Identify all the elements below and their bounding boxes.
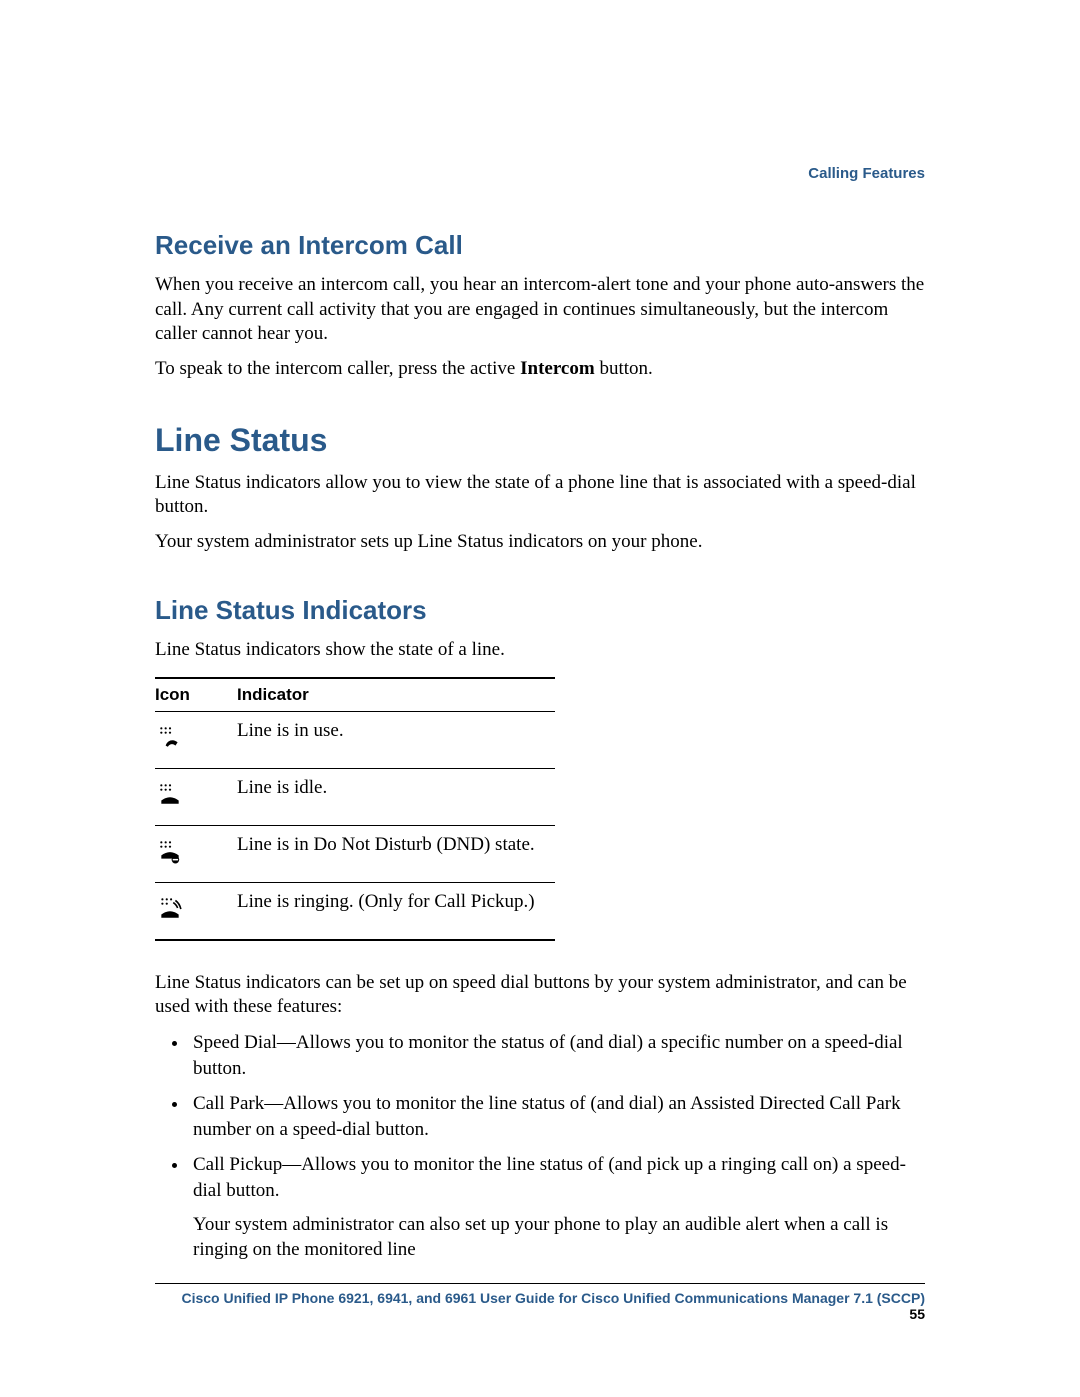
line-status-paragraph-2: Your system administrator sets up Line S…	[155, 530, 925, 555]
intercom-paragraph-2: To speak to the intercom caller, press t…	[155, 357, 925, 382]
table-row: Line is ringing. (Only for Call Pickup.)	[155, 882, 555, 940]
indicator-text: Line is in use.	[237, 711, 555, 768]
list-item: Call Park—Allows you to monitor the line…	[189, 1091, 925, 1142]
page-footer: Cisco Unified IP Phone 6921, 6941, and 6…	[155, 1283, 925, 1322]
table-row: Line is idle.	[155, 768, 555, 825]
section-label: Calling Features	[155, 165, 925, 182]
col-header-indicator: Indicator	[237, 678, 555, 712]
indicators-table: Icon Indicator Line is in use.	[155, 677, 555, 941]
intercom-p2-suffix: button.	[595, 358, 653, 379]
line-dnd-icon	[157, 838, 183, 864]
list-item: Speed Dial—Allows you to monitor the sta…	[189, 1030, 925, 1081]
features-list: Speed Dial—Allows you to monitor the sta…	[165, 1030, 925, 1263]
table-row: Line is in use.	[155, 711, 555, 768]
indicators-intro: Line Status indicators show the state of…	[155, 638, 925, 663]
feature-text: Call Park—Allows you to monitor the line…	[193, 1093, 901, 1140]
list-item: Call Pickup—Allows you to monitor the li…	[189, 1152, 925, 1263]
heading-receive-intercom: Receive an Intercom Call	[155, 230, 925, 261]
line-idle-icon	[157, 781, 183, 807]
line-in-use-icon	[157, 724, 183, 750]
indicator-text: Line is ringing. (Only for Call Pickup.)	[237, 882, 555, 940]
heading-line-status-indicators: Line Status Indicators	[155, 595, 925, 626]
page-number: 55	[909, 1306, 925, 1322]
intercom-bold-word: Intercom	[520, 358, 595, 379]
indicator-text: Line is idle.	[237, 768, 555, 825]
line-status-paragraph-1: Line Status indicators allow you to view…	[155, 471, 925, 520]
heading-line-status: Line Status	[155, 422, 925, 459]
feature-text: Call Pickup—Allows you to monitor the li…	[193, 1154, 906, 1201]
table-row: Line is in Do Not Disturb (DND) state.	[155, 825, 555, 882]
feature-text: Speed Dial—Allows you to monitor the sta…	[193, 1032, 903, 1079]
col-header-icon: Icon	[155, 678, 237, 712]
line-ringing-icon	[157, 895, 183, 921]
indicator-text: Line is in Do Not Disturb (DND) state.	[237, 825, 555, 882]
footer-title: Cisco Unified IP Phone 6921, 6941, and 6…	[181, 1290, 925, 1306]
intercom-p2-prefix: To speak to the intercom caller, press t…	[155, 358, 520, 379]
after-table-paragraph: Line Status indicators can be set up on …	[155, 971, 925, 1020]
intercom-paragraph-1: When you receive an intercom call, you h…	[155, 273, 925, 347]
feature-note: Your system administrator can also set u…	[193, 1212, 925, 1263]
